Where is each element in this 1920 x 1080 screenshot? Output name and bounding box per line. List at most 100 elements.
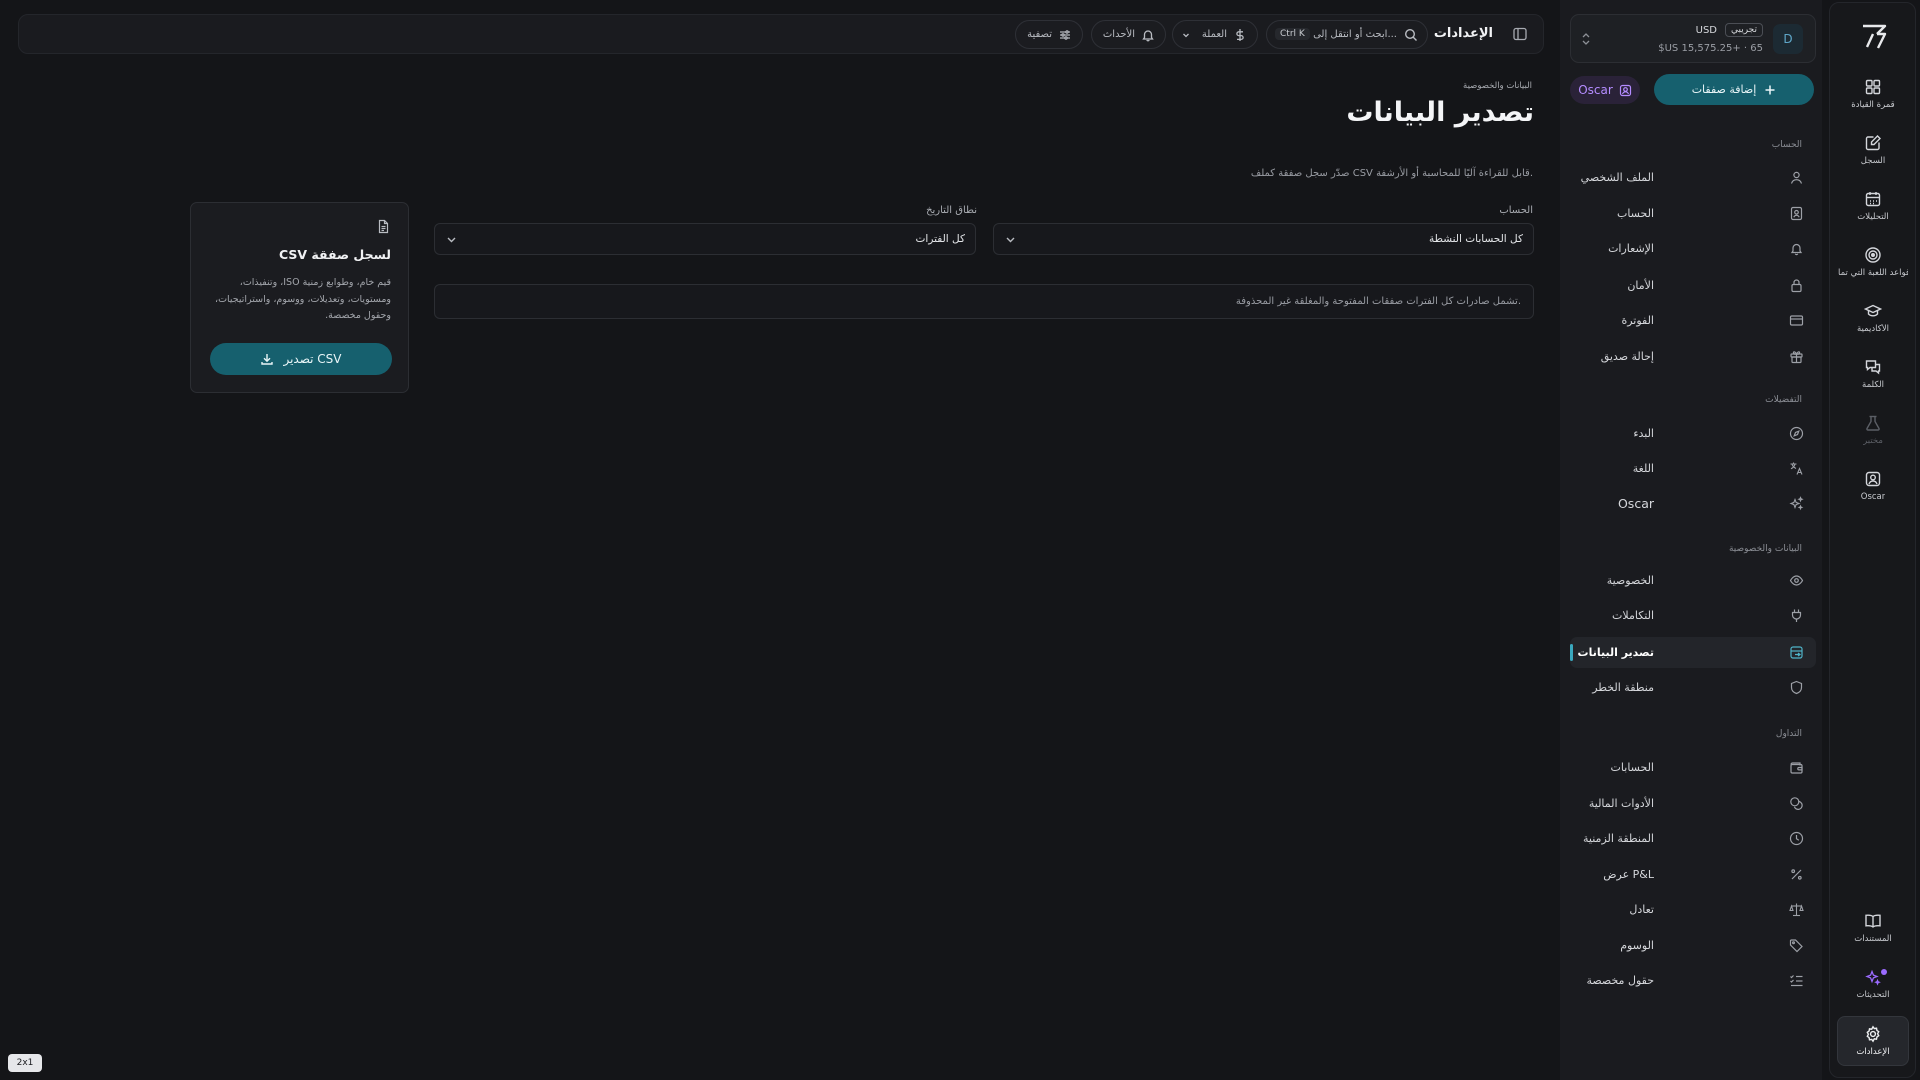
sidebar-item-refer-friend[interactable]: إحالة صديق — [1570, 341, 1816, 372]
sidebar-item-instruments[interactable]: الأدوات المالية — [1570, 788, 1816, 819]
sidebar-item-label: الخصوصية — [1606, 574, 1654, 587]
rail-item-settings[interactable]: الإعدادات — [1837, 1016, 1909, 1066]
shield-icon — [1789, 680, 1804, 695]
top-bar: الإعدادات ابحث أو انتقل إلى... Ctrl K ال… — [18, 14, 1544, 54]
user-icon — [1789, 170, 1804, 185]
csv-export-card: CSV لسجل صفقة قيم خام، وطوابع زمنية ISO،… — [190, 202, 409, 393]
sidebar-item-accounts[interactable]: الحسابات — [1570, 752, 1816, 783]
sidebar-item-label: عرض P&L — [1603, 868, 1654, 881]
rail-label: Oscar — [1860, 492, 1886, 502]
logo-icon[interactable] — [1859, 21, 1889, 51]
sidebar-item-getting-started[interactable]: البدء — [1570, 418, 1816, 449]
breadcrumb[interactable]: البيانات والخصوصية — [1463, 81, 1532, 91]
sidebar-item-privacy[interactable]: الخصوصية — [1570, 565, 1816, 596]
rail-item-academy[interactable]: الأكاديمية — [1837, 291, 1909, 345]
sidebar-item-notifications[interactable]: الإشعارات — [1570, 233, 1816, 264]
eye-icon — [1789, 573, 1804, 588]
sidebar-item-label: الحساب — [1616, 207, 1654, 220]
sidebar-item-tags[interactable]: الوسوم — [1570, 930, 1816, 961]
sidebar-item-account[interactable]: الحساب — [1570, 198, 1816, 229]
section-title-preferences: التفضيلات — [1765, 395, 1802, 405]
section-title-trading: التداول — [1775, 729, 1802, 739]
page-description: صدّر سجل صفقة كملف CSV قابل للقراءة آليً… — [1250, 168, 1533, 179]
oscar-chip[interactable]: Oscar — [1570, 76, 1640, 104]
id-card-icon — [1789, 206, 1804, 221]
add-trade-button[interactable]: إضافة صفقات — [1654, 74, 1814, 105]
sidebar-item-label: الأمان — [1627, 279, 1654, 292]
plus-icon — [1764, 84, 1776, 96]
oscar-icon — [1619, 84, 1632, 97]
rail-item-playbook[interactable]: قواعد اللعبة التي تما... — [1837, 235, 1909, 289]
rail-item-chat[interactable]: الكلمة — [1837, 347, 1909, 401]
sidebar-item-timezone[interactable]: المنطقة الزمنية — [1570, 823, 1816, 854]
search-shortcut: Ctrl K — [1275, 28, 1310, 40]
graduation-icon — [1864, 302, 1882, 320]
sidebar-item-billing[interactable]: الفوترة — [1570, 305, 1816, 336]
notification-dot — [1881, 969, 1887, 975]
demo-badge: تجريبي — [1724, 23, 1763, 37]
wallet-icon — [1789, 760, 1804, 775]
rail-item-updates[interactable]: التحديثات — [1837, 957, 1909, 1011]
card-title: CSV لسجل صفقة — [278, 247, 391, 262]
sidebar-item-breakeven[interactable]: تعادل — [1570, 894, 1816, 925]
gift-icon — [1789, 349, 1804, 364]
dashboard-icon — [1864, 78, 1882, 96]
export-notice-text: تشمل صادرات كل الفترات صفقات المفتوحة وا… — [1235, 296, 1521, 307]
events-button[interactable]: الأحداث — [1091, 20, 1166, 49]
scale-icon — [1789, 902, 1804, 917]
search-box[interactable]: ابحث أو انتقل إلى... Ctrl K — [1266, 20, 1428, 49]
account-currency: USD — [1695, 25, 1717, 36]
sidebar-toggle-icon[interactable] — [1512, 26, 1528, 42]
sidebar-item-danger-zone[interactable]: منطقة الخطر — [1570, 672, 1816, 703]
search-icon — [1404, 28, 1418, 42]
settings-sidebar: D تجريبي USD $US 15,575.25+ · 65 إضافة ص… — [1560, 0, 1822, 1080]
card-description: قيم خام، وطوابع زمنية ISO، وتنفيذات، ومس… — [215, 277, 391, 321]
rail-item-journal[interactable]: السجل — [1837, 123, 1909, 177]
dollar-icon — [1233, 28, 1247, 42]
account-field-label: الحساب — [1499, 205, 1533, 216]
rail-label: الكلمة — [1862, 380, 1884, 390]
filter-label: تصفية — [1027, 29, 1052, 40]
chat-icon — [1864, 358, 1882, 376]
sidebar-item-label: حقول مخصصة — [1586, 974, 1654, 987]
rail-item-analytics[interactable]: التحليلات — [1837, 179, 1909, 233]
rail-label: مختبر — [1863, 436, 1883, 446]
sidebar-item-label: الملف الشخصي — [1580, 171, 1654, 184]
sidebar-item-label: الوسوم — [1620, 939, 1654, 952]
rail-item-lab[interactable]: مختبر — [1837, 403, 1909, 457]
sidebar-item-label: تصدير البيانات — [1577, 646, 1654, 659]
sidebar-item-oscar[interactable]: Oscar — [1570, 488, 1816, 519]
rail-item-docs[interactable]: المستندات — [1837, 901, 1909, 955]
rail-item-dashboard[interactable]: قمرة القيادة — [1837, 67, 1909, 121]
account-select[interactable]: كل الحسابات النشطة — [993, 223, 1534, 255]
sidebar-item-label: التكاملات — [1612, 609, 1654, 622]
section-title-data-privacy: البيانات والخصوصية — [1728, 544, 1802, 554]
page-title: تصدير البيانات — [1346, 97, 1534, 128]
sidebar-item-language[interactable]: اللغة — [1570, 453, 1816, 484]
search-placeholder: ابحث أو انتقل إلى... — [1313, 29, 1397, 40]
sidebar-item-pnl-display[interactable]: عرض P&L — [1570, 859, 1816, 890]
sidebar-item-integrations[interactable]: التكاملات — [1570, 600, 1816, 631]
list-check-icon — [1789, 973, 1804, 988]
sidebar-item-security[interactable]: الأمان — [1570, 270, 1816, 301]
compass-icon — [1789, 426, 1804, 441]
currency-select[interactable]: العملة — [1172, 20, 1258, 49]
document-icon — [376, 219, 391, 234]
account-select-value: كل الحسابات النشطة — [1429, 233, 1523, 245]
filter-button[interactable]: تصفية — [1015, 20, 1083, 49]
date-range-select[interactable]: كل الفترات — [434, 223, 976, 255]
rail-label: السجل — [1860, 156, 1886, 166]
chevron-down-icon — [445, 233, 458, 246]
bell-icon — [1141, 28, 1155, 42]
sidebar-item-custom-fields[interactable]: حقول مخصصة — [1570, 965, 1816, 996]
rail-item-oscar[interactable]: Oscar — [1837, 459, 1909, 513]
sparkle-icon — [1864, 968, 1882, 986]
percent-icon — [1789, 867, 1804, 882]
sidebar-item-data-export[interactable]: تصدير البيانات — [1570, 637, 1816, 668]
export-csv-button[interactable]: تصدير CSV — [210, 343, 392, 375]
account-switcher[interactable]: D تجريبي USD $US 15,575.25+ · 65 — [1570, 14, 1816, 63]
clock-icon — [1789, 831, 1804, 846]
sidebar-item-profile[interactable]: الملف الشخصي — [1570, 162, 1816, 193]
rail-label: قمرة القيادة — [1851, 100, 1895, 110]
sidebar-item-label: البدء — [1633, 427, 1654, 440]
